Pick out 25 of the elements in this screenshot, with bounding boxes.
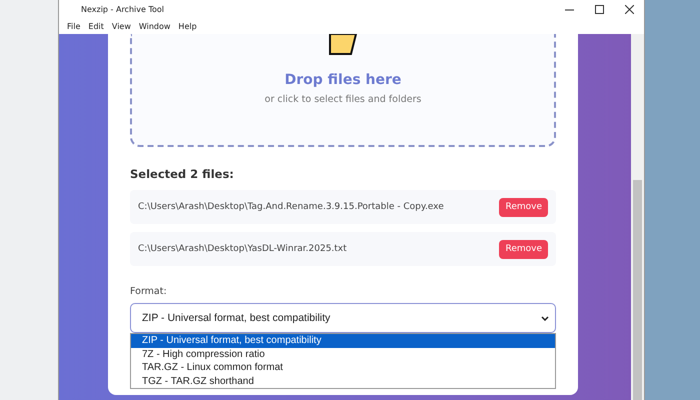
remove-button[interactable]: Remove — [499, 240, 548, 258]
folder-icon — [329, 34, 357, 55]
close-icon — [624, 4, 634, 14]
menu-item[interactable]: File — [67, 22, 80, 30]
window-title: Nexzip - Archive Tool — [81, 4, 165, 14]
menu-item[interactable]: Edit — [88, 22, 104, 30]
chevron-icon — [541, 316, 549, 320]
file-path: C:\Users\Arash\Desktop\YasDL-Winrar.2025.txt — [138, 244, 348, 254]
selected-heading: Selected 2 files: — [130, 167, 235, 181]
menu-item[interactable]: Window — [138, 22, 170, 30]
menu-item[interactable]: View — [112, 22, 131, 30]
drop-zone[interactable]: Drop files here or click to select files and folders — [130, 34, 556, 147]
dropdown-option[interactable]: 7Z - High compression ratio — [131, 348, 555, 361]
file-path: C:\Users\Arash\Desktop\Tag.And.Rename.3.9.15.Portable - Copy.exe — [138, 202, 445, 212]
format-label: Format: — [130, 286, 168, 297]
menu-item[interactable]: Help — [178, 22, 197, 30]
remove-button[interactable]: Remove — [499, 198, 548, 216]
format-select[interactable]: ZIP - Universal format, best compatibility — [130, 303, 556, 333]
drop-hint: or click to select files and folders — [264, 94, 422, 105]
dropdown-option[interactable]: ZIP - Universal format, best compatibility — [131, 334, 555, 348]
maximize-icon — [594, 4, 604, 14]
scrollbar-thumb[interactable] — [633, 180, 642, 400]
dropdown-option[interactable]: TAR.GZ - Linux common format — [131, 361, 555, 374]
dropdown-option[interactable]: TGZ - TAR.GZ shorthand — [131, 374, 555, 388]
drop-title: Drop files here — [284, 72, 402, 88]
